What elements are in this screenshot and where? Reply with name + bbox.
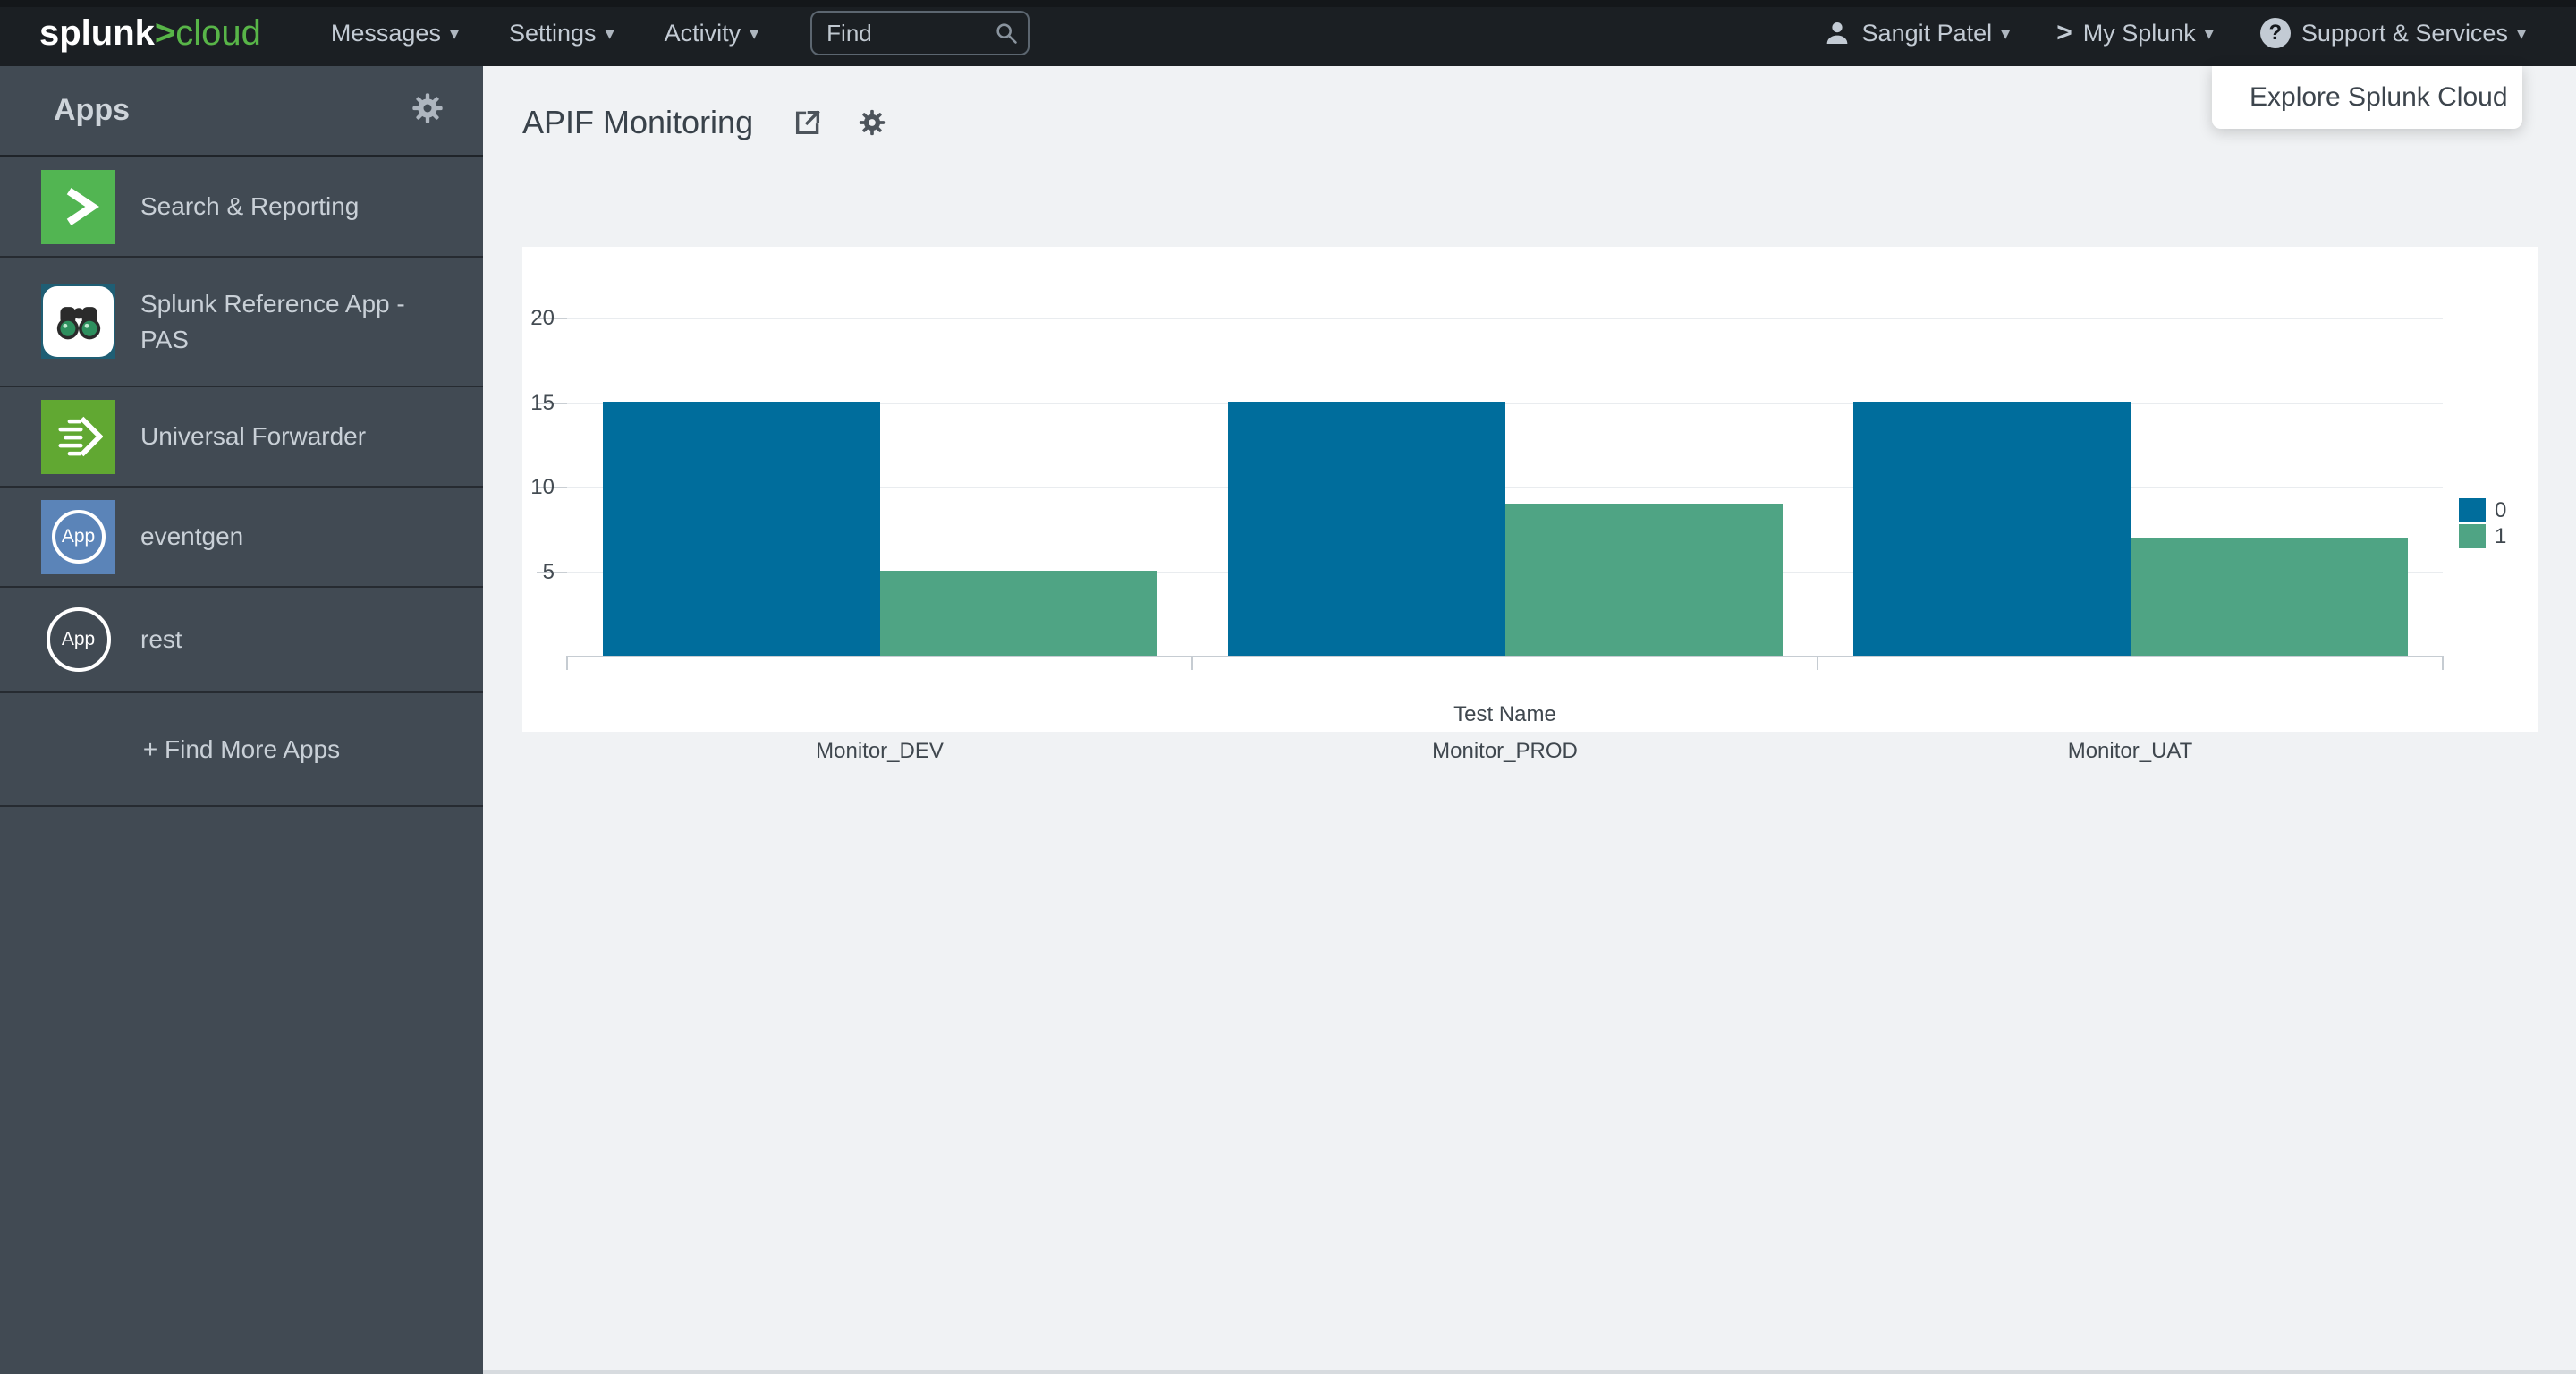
x-axis-tick — [2442, 656, 2444, 670]
my-splunk-label: My Splunk — [2083, 20, 2196, 47]
y-tick-label: 15 — [504, 391, 555, 416]
y-tick-label: 10 — [504, 475, 555, 500]
app-badge-icon: App — [41, 603, 115, 677]
user-menu[interactable]: Sangit Patel ▾ — [1823, 0, 2011, 66]
support-services-menu[interactable]: ? Support & Services ▾ — [2260, 0, 2526, 66]
apps-title: Apps — [54, 93, 410, 128]
apps-sidebar: Apps — [0, 66, 483, 1374]
sidebar-item-rest[interactable]: App rest — [0, 588, 483, 693]
splunk-gt-icon: > — [2056, 18, 2072, 48]
my-splunk-menu[interactable]: > My Splunk ▾ — [2056, 0, 2214, 66]
chevron-down-icon: ▾ — [750, 22, 758, 45]
forwarder-arrow-icon — [41, 400, 115, 474]
bar-Monitor_DEV-series-1[interactable] — [880, 571, 1157, 656]
app-badge-blue-icon: App — [41, 500, 115, 574]
legend-item: 0 — [2459, 498, 2506, 522]
app-badge-label: App — [52, 510, 106, 564]
sidebar-item-label: Universal Forwarder — [140, 419, 366, 454]
sidebar-item-find-more-apps[interactable]: + Find More Apps — [0, 693, 483, 807]
menu-messages[interactable]: Messages ▾ — [306, 0, 484, 66]
x-axis-line — [567, 656, 2443, 657]
bar-Monitor_UAT-series-0[interactable] — [1853, 402, 2131, 656]
bar-Monitor_DEV-series-0[interactable] — [603, 402, 880, 656]
x-category-label: Monitor_DEV — [567, 739, 1192, 764]
sidebar-item-label: eventgen — [140, 519, 243, 555]
menu-activity-label: Activity — [665, 20, 741, 47]
x-axis-tick — [1191, 656, 1193, 670]
sidebar-item-label: Splunk Reference App - PAS — [140, 286, 445, 358]
dashboard-title-bar: APIF Monitoring — [522, 91, 921, 154]
sidebar-item-eventgen[interactable]: App eventgen — [0, 488, 483, 588]
logo-cloud-text: cloud — [175, 13, 261, 53]
chart-legend: 01 — [2459, 498, 2506, 550]
y-gridline — [567, 318, 2443, 319]
menu-messages-label: Messages — [331, 20, 441, 47]
find-more-apps-label: + Find More Apps — [143, 732, 340, 768]
menu-settings[interactable]: Settings ▾ — [484, 0, 640, 66]
x-axis-title: Test Name — [567, 702, 2443, 727]
x-axis-tick — [566, 656, 568, 670]
chevron-down-icon: ▾ — [2517, 22, 2526, 45]
chart-panel: 5101520Monitor_DEVMonitor_PRODMonitor_UA… — [522, 247, 2538, 732]
chart-plot: 5101520Monitor_DEVMonitor_PRODMonitor_UA… — [567, 318, 2443, 656]
bar-Monitor_PROD-series-0[interactable] — [1228, 402, 1505, 656]
help-question-icon: ? — [2260, 18, 2291, 48]
search-icon — [994, 21, 1019, 46]
bar-Monitor_UAT-series-1[interactable] — [2131, 538, 2408, 656]
y-tick-label: 20 — [504, 306, 555, 331]
screen: splunk>cloud Messages ▾ Settings ▾ Activ… — [0, 0, 2576, 1374]
sidebar-item-label: rest — [140, 622, 182, 657]
sidebar-item-universal-forwarder[interactable]: Universal Forwarder — [0, 387, 483, 488]
splunk-cloud-logo[interactable]: splunk>cloud — [39, 13, 261, 54]
menu-settings-label: Settings — [509, 20, 597, 47]
sidebar-item-search-reporting[interactable]: Search & Reporting — [0, 157, 483, 258]
y-tick-label: 5 — [504, 560, 555, 585]
sidebar-item-label: Search & Reporting — [140, 189, 359, 225]
legend-swatch — [2459, 498, 2486, 522]
chevron-down-icon: ▾ — [2001, 22, 2010, 45]
menu-activity[interactable]: Activity ▾ — [640, 0, 784, 66]
binoculars-icon — [41, 284, 115, 359]
user-name: Sangit Patel — [1862, 20, 1993, 47]
legend-label: 1 — [2495, 524, 2506, 548]
x-category-label: Monitor_PROD — [1192, 739, 1818, 764]
dropdown-item-explore-splunk-cloud[interactable]: Explore Splunk Cloud — [2212, 66, 2522, 129]
apps-settings-gear-icon[interactable] — [410, 90, 445, 131]
dashboard-settings-gear-icon[interactable] — [857, 107, 887, 138]
nav-menus: Messages ▾ Settings ▾ Activity ▾ — [306, 0, 784, 66]
x-category-label: Monitor_UAT — [1818, 739, 2443, 764]
open-in-new-icon[interactable] — [792, 107, 823, 138]
apps-header: Apps — [0, 66, 483, 157]
chevron-down-icon: ▾ — [606, 22, 614, 45]
main-content: APIF Monitoring — [483, 66, 2576, 1374]
find-search-box — [810, 11, 1030, 55]
logo-gt-glyph: > — [155, 13, 175, 53]
support-services-dropdown: Explore Splunk Cloud — [2212, 66, 2522, 129]
horizontal-scrollbar-track[interactable] — [483, 1370, 2576, 1374]
app-badge-label: App — [47, 607, 111, 672]
legend-swatch — [2459, 524, 2486, 548]
legend-item: 1 — [2459, 524, 2506, 548]
sidebar-item-splunk-reference-app-pas[interactable]: Splunk Reference App - PAS — [0, 258, 483, 387]
search-reporting-app-icon — [41, 170, 115, 244]
support-services-label: Support & Services — [2301, 20, 2508, 47]
bar-Monitor_PROD-series-1[interactable] — [1505, 504, 1783, 656]
user-icon — [1823, 19, 1852, 47]
top-nav: splunk>cloud Messages ▾ Settings ▾ Activ… — [0, 0, 2576, 66]
logo-splunk-text: splunk — [39, 13, 155, 53]
chevron-down-icon: ▾ — [450, 22, 459, 45]
x-axis-tick — [1817, 656, 1818, 670]
chevron-down-icon: ▾ — [2205, 22, 2214, 45]
page-title: APIF Monitoring — [522, 104, 753, 141]
legend-label: 0 — [2495, 498, 2506, 522]
